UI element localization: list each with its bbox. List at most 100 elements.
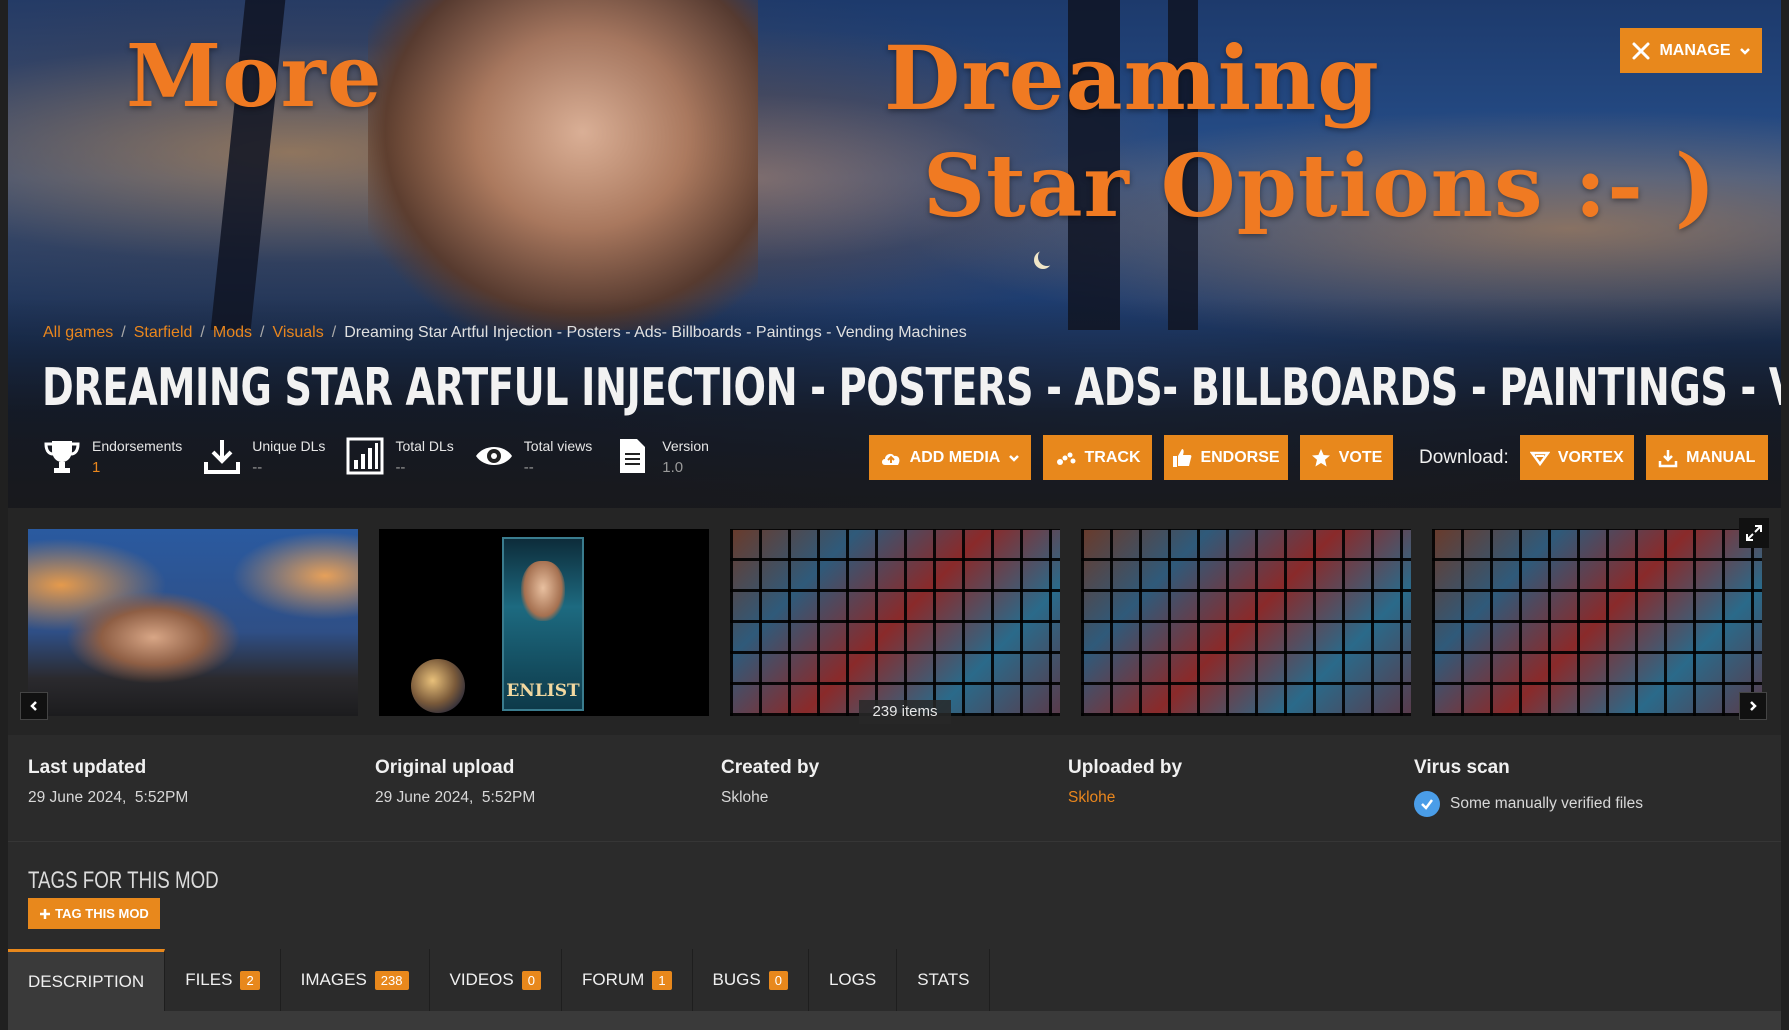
moon-graphic bbox=[1038, 248, 1056, 266]
uploader-link[interactable]: Sklohe bbox=[1068, 789, 1182, 807]
stat-unique-dls: Unique DLs -- bbox=[202, 436, 325, 476]
stat-total-views: Total views -- bbox=[474, 436, 592, 476]
stat-endorsements: Endorsements 1 bbox=[42, 436, 182, 476]
tab-label: LOGS bbox=[828, 970, 877, 989]
track-label: TRACK bbox=[1084, 448, 1141, 466]
uploaded-by: Uploaded by Sklohe bbox=[1068, 757, 1182, 807]
vortex-download-button[interactable]: VORTEX bbox=[1519, 435, 1634, 480]
tab-stats[interactable]: STATS bbox=[897, 949, 991, 1011]
tab-label: FORUM bbox=[581, 970, 645, 989]
tab-logs[interactable]: LOGS bbox=[809, 949, 898, 1011]
download-icon bbox=[1658, 449, 1678, 467]
breadcrumb-all-games[interactable]: All games bbox=[43, 324, 113, 342]
vote-button[interactable]: VOTE bbox=[1300, 435, 1393, 480]
original-upload-value: 29 June 2024, 5:52PM bbox=[375, 789, 536, 806]
created-by-heading: Created by bbox=[721, 757, 820, 778]
banner-text-line1: More bbox=[126, 26, 383, 127]
poster-portrait bbox=[521, 561, 565, 621]
gallery-items-count: 239 items bbox=[859, 700, 951, 724]
gallery-thumbnail[interactable] bbox=[730, 529, 1060, 716]
gallery-thumbnail[interactable] bbox=[1081, 529, 1411, 716]
tab-label: VIDEOS bbox=[449, 970, 514, 989]
manage-button[interactable]: MANAGE bbox=[1620, 28, 1762, 73]
count-badge: 0 bbox=[768, 970, 788, 990]
gallery-next-button[interactable] bbox=[1739, 692, 1767, 720]
gallery-thumbnail[interactable] bbox=[1432, 529, 1762, 716]
breadcrumb-current: Dreaming Star Artful Injection - Posters… bbox=[344, 324, 967, 341]
count-badge: 0 bbox=[521, 970, 541, 990]
mod-stats: Endorsements 1 Unique DLs -- Total DLs -… bbox=[42, 436, 729, 476]
stat-label: Endorsements bbox=[92, 438, 183, 454]
stat-value: 1.0 bbox=[662, 459, 684, 476]
stat-label: Total DLs bbox=[395, 438, 454, 454]
stat-value: -- bbox=[523, 459, 534, 476]
manual-download-button[interactable]: MANUAL bbox=[1645, 435, 1768, 480]
tab-files[interactable]: FILES 2 bbox=[165, 949, 281, 1011]
tag-this-mod-button[interactable]: TAG THIS MOD bbox=[28, 898, 160, 929]
poster-graphic: ENLIST bbox=[502, 537, 584, 711]
last-updated: Last updated 29 June 2024, 5:52PM bbox=[28, 757, 188, 807]
tab-images[interactable]: IMAGES 238 bbox=[281, 949, 430, 1011]
breadcrumb-separator: / bbox=[121, 324, 126, 341]
virus-scan-status: Some manually verified files bbox=[1414, 791, 1643, 817]
page-title: DREAMING STAR ARTFUL INJECTION - POSTERS… bbox=[42, 358, 1781, 418]
gallery-thumbnail[interactable]: ENLIST bbox=[379, 529, 709, 716]
gallery-prev-button[interactable] bbox=[20, 692, 48, 720]
breadcrumb-separator: / bbox=[259, 324, 265, 341]
original-upload: Original upload 29 June 2024, 5:52PM bbox=[375, 757, 535, 807]
uploaded-by-heading: Uploaded by bbox=[1068, 757, 1183, 778]
banner-text-line2: Dreaming bbox=[884, 26, 1380, 130]
stat-value: -- bbox=[395, 459, 406, 476]
tab-description[interactable]: DESCRIPTION bbox=[8, 949, 166, 1011]
banner-portrait bbox=[368, 0, 758, 330]
cloud-upload-icon bbox=[881, 453, 900, 465]
tab-label: IMAGES bbox=[300, 970, 367, 989]
add-media-label: ADD MEDIA bbox=[909, 448, 1001, 466]
tab-content-area bbox=[8, 1011, 1781, 1030]
track-button[interactable]: TRACK bbox=[1043, 435, 1152, 480]
mod-actions: ADD MEDIA TRACK ENDORSE VOTE Download: V… bbox=[869, 435, 1768, 480]
vortex-label: VORTEX bbox=[1557, 448, 1624, 466]
virus-scan: Virus scan Some manually verified files bbox=[1414, 757, 1643, 817]
thumbs-up-icon bbox=[1173, 448, 1192, 467]
tab-bugs[interactable]: BUGS 0 bbox=[693, 949, 809, 1011]
tab-forum[interactable]: FORUM 1 bbox=[562, 949, 693, 1011]
stat-label: Total views bbox=[523, 438, 593, 454]
endorse-button[interactable]: ENDORSE bbox=[1164, 435, 1288, 480]
created-by: Created by Sklohe bbox=[721, 757, 819, 807]
stat-label: Unique DLs bbox=[252, 438, 326, 454]
tags-section: TAGS FOR THIS MOD TAG THIS MOD bbox=[8, 841, 1781, 949]
tab-videos[interactable]: VIDEOS 0 bbox=[430, 949, 562, 1011]
virus-scan-heading: Virus scan bbox=[1414, 757, 1510, 778]
manual-label: MANUAL bbox=[1686, 448, 1756, 466]
download-label: Download: bbox=[1419, 446, 1509, 468]
plus-icon bbox=[40, 908, 51, 919]
breadcrumb-starfield[interactable]: Starfield bbox=[134, 324, 193, 342]
virus-scan-value: Some manually verified files bbox=[1450, 795, 1643, 812]
chevron-down-icon bbox=[1009, 454, 1020, 462]
breadcrumb-visuals[interactable]: Visuals bbox=[272, 324, 323, 342]
gallery-expand-button[interactable] bbox=[1739, 518, 1769, 548]
breadcrumb-separator: / bbox=[331, 324, 337, 341]
vortex-icon bbox=[1529, 451, 1550, 466]
expand-icon bbox=[1746, 525, 1762, 541]
count-badge: 1 bbox=[652, 970, 672, 990]
stat-value: -- bbox=[252, 459, 263, 476]
count-badge: 238 bbox=[374, 970, 409, 990]
stat-value: 1 bbox=[92, 459, 101, 476]
gallery-thumbnail[interactable] bbox=[28, 529, 358, 716]
breadcrumb-mods[interactable]: Mods bbox=[213, 324, 252, 342]
original-upload-heading: Original upload bbox=[375, 757, 515, 778]
stat-version: Version 1.0 bbox=[612, 436, 709, 476]
tab-label: FILES bbox=[185, 970, 233, 989]
endorse-label: ENDORSE bbox=[1200, 448, 1280, 466]
add-media-button[interactable]: ADD MEDIA bbox=[869, 435, 1031, 480]
paw-icon bbox=[1056, 452, 1075, 465]
check-icon bbox=[1414, 791, 1440, 817]
download-icon bbox=[204, 440, 241, 474]
bar-chart-icon bbox=[346, 437, 384, 475]
tab-label: BUGS bbox=[712, 970, 761, 989]
banner-text-line3: Star Options :- ) bbox=[923, 136, 1717, 237]
star-icon bbox=[1311, 448, 1330, 466]
document-icon bbox=[620, 439, 646, 473]
